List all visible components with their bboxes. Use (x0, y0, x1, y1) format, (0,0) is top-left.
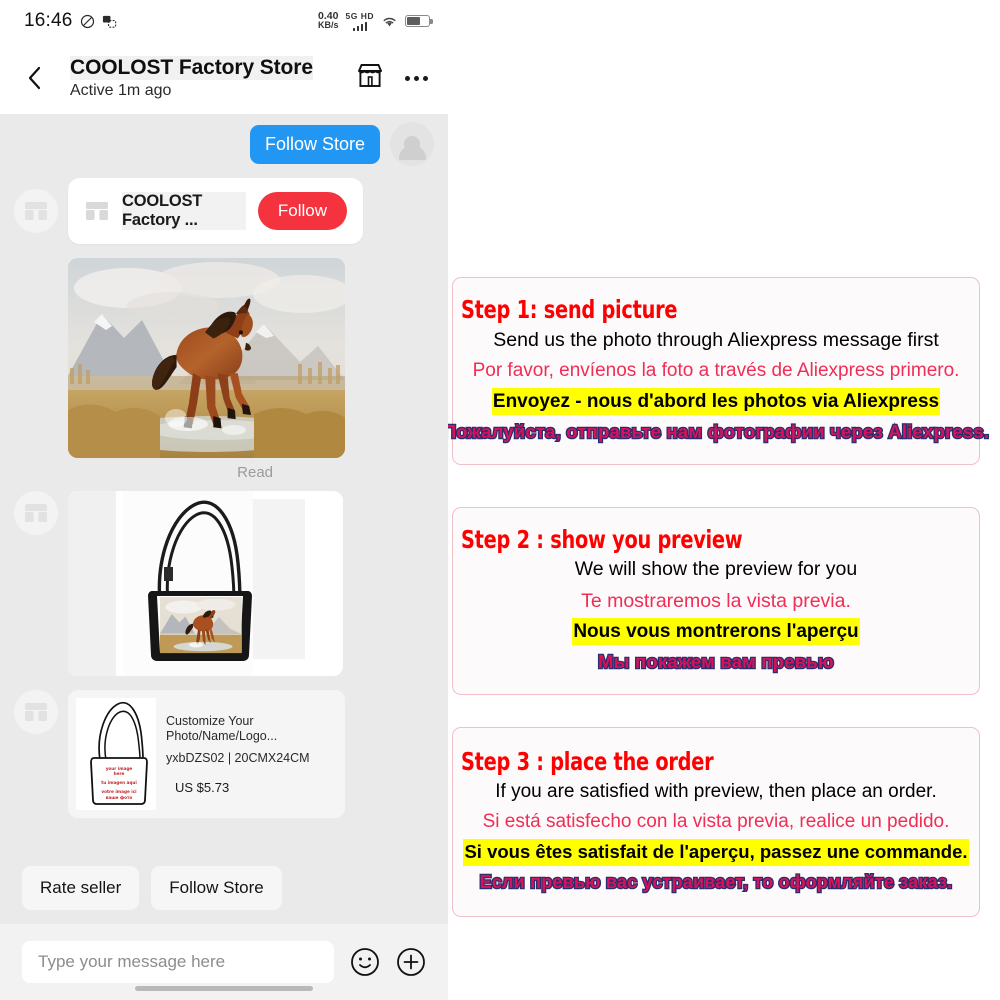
handbag-preview-image (68, 491, 343, 676)
follow-button[interactable]: Follow (257, 192, 347, 230)
do-not-disturb-icon (80, 14, 95, 29)
step-line-es: Por favor, envíenos la foto a través de … (472, 359, 960, 381)
step-line-fr: Nous vous montrerons l'aperçu (572, 617, 860, 646)
product-title: Customize Your Photo/Name/Logo... (166, 714, 278, 743)
home-indicator (135, 986, 313, 991)
step-line-fr: Envoyez - nous d'abord les photos via Al… (491, 387, 941, 416)
step-line-en: We will show the preview for you (574, 558, 858, 581)
instructions-panel: Step 1: send picture Send us the photo t… (448, 0, 1000, 1000)
step-line-es: Si está satisfecho con la vista previa, … (482, 811, 950, 833)
phone-chat-panel: 16:46 0.40 KB/s 5G HD COOLOST Factory St… (0, 0, 448, 1000)
screenshot-root: 16:46 0.40 KB/s 5G HD COOLOST Factory St… (0, 0, 1000, 1000)
store-avatar-icon (25, 504, 47, 522)
svg-text:ваше фото: ваше фото (106, 795, 133, 800)
outgoing-bubble: Follow Store (249, 124, 380, 164)
back-chevron-icon[interactable] (18, 61, 52, 95)
message-row-follow-card: COOLOST Factory ... Follow (0, 178, 448, 244)
step-title: Step 2 : show you preview (461, 524, 743, 554)
photo-message-bubble[interactable] (68, 258, 345, 458)
step-title: Step 3 : place the order (461, 747, 714, 777)
product-info: Customize Your Photo/Name/Logo... yxbDZS… (166, 698, 337, 810)
avatar (390, 122, 434, 166)
read-receipt-label: Read (237, 464, 273, 481)
follow-card-store-name: COOLOST Factory ... (122, 192, 246, 230)
status-bar: 16:46 0.40 KB/s 5G HD (0, 0, 448, 42)
blank-handbag-thumbnail-image: your image here tu imagen aqui votre ima… (76, 698, 156, 810)
step-box-3: Step 3 : place the order If you are sati… (452, 727, 980, 917)
message-row-outgoing: Follow Store (0, 122, 448, 166)
step-line-ru: Мы покажем вам превью (597, 650, 835, 674)
battery-icon (405, 15, 433, 27)
svg-text:tu imagen aqui: tu imagen aqui (101, 780, 137, 785)
follow-store-button[interactable]: Follow Store (151, 866, 282, 910)
status-bar-right: 0.40 KB/s 5G HD (317, 10, 433, 31)
wifi-icon (381, 15, 398, 28)
message-row-photo: Read (0, 258, 448, 481)
step-line-en: Send us the photo through Aliexpress mes… (493, 328, 939, 351)
search-input message-input[interactable] (22, 941, 334, 983)
storefront-icon[interactable] (355, 62, 385, 95)
product-price: US $5.73 (175, 780, 230, 795)
avatar (14, 189, 58, 233)
header-actions (355, 62, 432, 95)
step-line-en: If you are satisfied with preview, then … (495, 780, 937, 802)
avatar (14, 491, 58, 535)
step-lines: We will show the preview for you Te most… (572, 555, 860, 676)
screenshot-icon (102, 14, 117, 29)
step-title: Step 1: send picture (461, 295, 678, 325)
message-list: Follow Store COOLOST Factory ... Follow … (0, 114, 448, 856)
emoji-smiley-icon[interactable] (350, 947, 380, 977)
signal-bars-icon (352, 21, 367, 31)
store-thumbnail-icon (86, 202, 108, 220)
step-line-fr: Si vous êtes satisfait de l'aperçu, pass… (463, 838, 969, 866)
step-box-1: Step 1: send picture Send us the photo t… (448, 277, 990, 465)
message-row-product: your image here tu imagen aqui votre ima… (0, 690, 448, 818)
svg-text:votre image ici: votre image ici (101, 789, 137, 794)
svg-text:here: here (114, 771, 125, 776)
step-line-ru: Если превью вас устраивает, то оформляйт… (478, 870, 953, 893)
quick-actions-bar: Rate seller Follow Store (0, 856, 448, 924)
store-avatar-icon (25, 703, 47, 721)
message-row-preview (0, 491, 448, 676)
signal-indicator: 5G HD (345, 10, 375, 31)
product-card[interactable]: your image here tu imagen aqui votre ima… (68, 690, 345, 818)
product-thumbnail: your image here tu imagen aqui votre ima… (76, 698, 156, 810)
network-type-label: 5G HD (345, 10, 374, 21)
horse-photo-image (68, 258, 345, 458)
store-active-status: Active 1m ago (70, 82, 172, 100)
page-title: COOLOST Factory Store (70, 55, 313, 81)
data-rate-unit: KB/s (317, 20, 339, 30)
step-line-es: Te mostraremos la vista previa. (581, 589, 851, 612)
step-lines: If you are satisfied with preview, then … (463, 778, 969, 896)
chat-header: COOLOST Factory Store Active 1m ago (0, 42, 448, 114)
product-sku: yxbDZS02 | 20CMX24CM (166, 751, 310, 765)
step-box-2: Step 2 : show you preview We will show t… (452, 507, 980, 695)
status-clock: 16:46 (24, 10, 73, 31)
rate-seller-button[interactable]: Rate seller (22, 866, 140, 910)
preview-message-bubble[interactable] (68, 491, 343, 676)
data-rate-indicator: 0.40 KB/s (317, 11, 339, 30)
status-bar-left: 16:46 (24, 10, 117, 32)
more-options-icon[interactable] (405, 75, 428, 81)
step-line-ru: Пожалуйста, отправьте нам фотографии чер… (448, 420, 990, 444)
step-lines: Send us the photo through Aliexpress mes… (448, 326, 990, 446)
add-attachment-icon[interactable] (396, 947, 426, 977)
avatar (14, 690, 58, 734)
follow-store-card: COOLOST Factory ... Follow (68, 178, 363, 244)
store-avatar-icon (25, 202, 47, 220)
header-text-group: COOLOST Factory Store Active 1m ago (56, 55, 351, 100)
